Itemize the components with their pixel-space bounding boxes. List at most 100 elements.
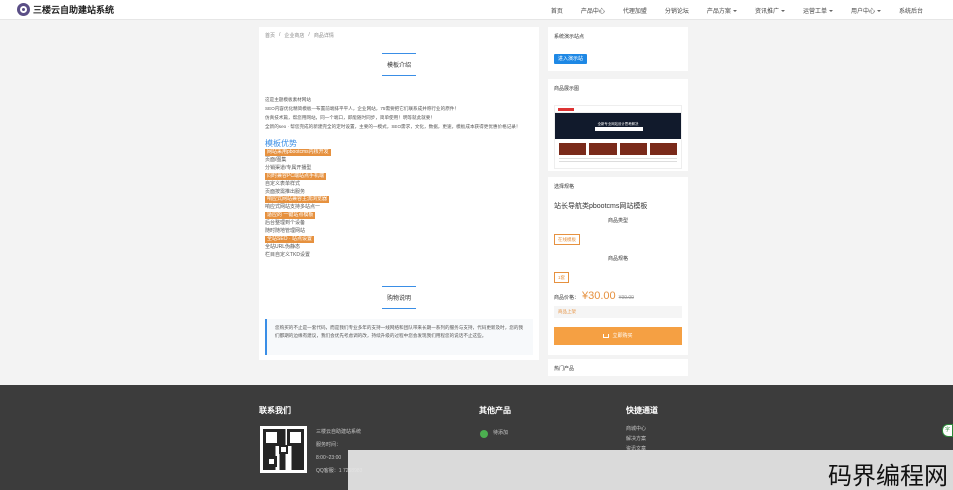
breadcrumb-current: 商品详情 bbox=[313, 33, 334, 39]
advantage-item: 同时兼容PC端站点手机端 bbox=[265, 172, 465, 181]
heading-divider bbox=[382, 75, 416, 76]
heading-divider bbox=[382, 286, 416, 287]
screenshot-thumb bbox=[649, 143, 677, 155]
logo-icon bbox=[17, 3, 30, 16]
screenshot-line bbox=[559, 161, 677, 162]
advantage-item-text: 同时兼容PC端站点手机端 bbox=[265, 172, 326, 180]
top-nav-bar: 三楼云自助建站系统 首页 产品中心 代理加盟 分销论坛 产品方案 资讯推广 运营… bbox=[0, 0, 953, 20]
screenshot-hero-text: 全新专业网站设计思考解决 bbox=[597, 122, 639, 126]
logo-text: 三楼云自助建站系统 bbox=[33, 5, 115, 15]
price-row: 商品价格： ¥30.00 ¥99.00 bbox=[554, 290, 634, 302]
heading-divider bbox=[382, 308, 416, 309]
spec-select-title: 选择规格 bbox=[554, 184, 575, 190]
product-spec-label: 商品规格 bbox=[607, 256, 628, 262]
footer-contact-title: 联系我们 bbox=[259, 406, 291, 415]
chevron-down-icon bbox=[732, 9, 737, 12]
advantage-item: 分销渠道/专属开播型 bbox=[265, 165, 465, 173]
qr-code-icon bbox=[260, 426, 307, 473]
advantage-item: 后台整理到个设备 bbox=[265, 220, 465, 228]
advantage-item-text: 自定义表单样式 bbox=[265, 180, 301, 187]
spec-option-one-set[interactable]: 1套 bbox=[554, 272, 570, 283]
purchase-notice: 您购买的不止是一套代码，而是我们专业多年的支持一线网络和团队带来长期一系列的服务… bbox=[265, 319, 533, 355]
nav-item-forum[interactable]: 分销论坛 bbox=[665, 6, 689, 15]
product-image-title: 商品展示图 bbox=[554, 86, 580, 92]
advantage-item: 适应的 一键站点模板 bbox=[265, 212, 465, 220]
advantage-item-text: 随时随地管理网站 bbox=[265, 228, 306, 235]
screenshot-line bbox=[559, 158, 677, 159]
hot-products-title: 热门产品 bbox=[554, 366, 575, 372]
breadcrumb: 首页 / 企业商店 / 商品详情 bbox=[265, 32, 334, 39]
price-label: 商品价格： bbox=[554, 295, 580, 301]
screenshot-header bbox=[555, 106, 681, 113]
advantage-item-text: 后台整理到个设备 bbox=[265, 220, 306, 227]
heading-divider bbox=[382, 53, 416, 54]
original-price: ¥99.00 bbox=[618, 295, 634, 301]
nav-item-agent[interactable]: 代理加盟 bbox=[623, 6, 647, 15]
nav-item-products[interactable]: 产品中心 bbox=[581, 6, 605, 15]
advantage-item: 全站URL伪静态 bbox=[265, 244, 465, 252]
current-price: ¥30.00 bbox=[582, 290, 616, 302]
chevron-down-icon bbox=[828, 9, 833, 12]
floating-help-button[interactable]: 字 bbox=[942, 424, 953, 437]
product-image-card: 商品展示图 全新专业网站设计思考解决 bbox=[548, 79, 688, 171]
hot-products-card: 热门产品 bbox=[548, 359, 688, 376]
quick-link-mall[interactable]: 商城中心 bbox=[626, 424, 646, 434]
wechat-icon bbox=[480, 430, 488, 438]
nav-item-tickets[interactable]: 运营工单 bbox=[803, 6, 833, 15]
screenshot-hero: 全新专业网站设计思考解决 bbox=[555, 113, 681, 139]
type-option-online-template[interactable]: 在线模板 bbox=[554, 234, 580, 245]
product-type-label: 商品类型 bbox=[607, 218, 628, 224]
nav-item-admin[interactable]: 系统后台 bbox=[899, 6, 923, 15]
demo-site-card: 系统演示站点 进入演示站 bbox=[548, 27, 688, 71]
advantage-item-text: 页面/图集 bbox=[265, 156, 287, 163]
chevron-down-icon bbox=[876, 9, 881, 12]
nav-item-news[interactable]: 资讯推广 bbox=[755, 6, 785, 15]
advantage-item: 栏目自定义TKD设置 bbox=[265, 252, 465, 260]
advantage-item: 随时随地管理网站 bbox=[265, 228, 465, 236]
advantage-item: 自定义表单样式 bbox=[265, 181, 465, 189]
advantage-item-text: 适应的 一键站点模板 bbox=[265, 212, 316, 220]
advantage-item-text: 全站URL伪静态 bbox=[265, 243, 301, 250]
screenshot-thumb bbox=[619, 143, 647, 155]
advantage-item: 全站SEO · 站点设置 bbox=[265, 235, 465, 244]
purchase-notes-heading: 购物说明 bbox=[259, 286, 539, 309]
screenshot-logo bbox=[558, 108, 574, 111]
buy-now-button[interactable]: 立即购买 bbox=[554, 327, 682, 345]
footer-other-products-title: 其他产品 bbox=[479, 406, 511, 415]
product-name: 站长导航类pbootcms网站模板 bbox=[554, 203, 648, 210]
breadcrumb-separator: / bbox=[308, 32, 310, 38]
advantage-item-text: 全站SEO · 站点设置 bbox=[265, 235, 315, 243]
nav-item-user[interactable]: 用户中心 bbox=[851, 6, 881, 15]
chevron-down-icon bbox=[780, 9, 785, 12]
template-intro-heading: 模板介绍 bbox=[259, 53, 539, 76]
quick-link-solutions[interactable]: 解决方案 bbox=[626, 434, 646, 444]
main-nav: 首页 产品中心 代理加盟 分销论坛 产品方案 资讯推广 运营工单 用户中心 系统… bbox=[533, 0, 923, 20]
footer-other-item[interactable]: 待添加 bbox=[493, 427, 508, 440]
advantage-item: 页面/图集 bbox=[265, 157, 465, 165]
enter-demo-button[interactable]: 进入演示站 bbox=[554, 54, 588, 64]
footer-quick-links-title: 快捷通道 bbox=[626, 406, 658, 415]
template-intro-text: 这是主题模板素材网站 SEO内容优化精简模板—布置前端排平平人，企业网站，75需… bbox=[265, 97, 521, 129]
advantage-item-text: 响应式网站兼容主流浏览器 bbox=[265, 196, 330, 204]
breadcrumb-shop[interactable]: 企业商店 bbox=[284, 32, 304, 39]
site-logo[interactable]: 三楼云自助建站系统 bbox=[17, 3, 114, 16]
advantages-list: 网站采用pbootcms内核开发 页面/图集 分销渠道/专属开播型 同时兼容PC端站点… bbox=[265, 149, 465, 260]
screenshot-thumb bbox=[589, 143, 617, 155]
screenshot-thumb-row bbox=[555, 139, 681, 155]
advantage-item-text: 响应式网站支持多站点一 bbox=[265, 204, 321, 211]
breadcrumb-separator: / bbox=[279, 32, 281, 38]
advantages-heading: 模板优势 bbox=[265, 139, 297, 148]
advantage-item-text: 页面按需推出服务 bbox=[265, 188, 306, 195]
product-screenshot[interactable]: 全新专业网站设计思考解决 bbox=[554, 105, 682, 169]
spec-select-card: 选择规格 站长导航类pbootcms网站模板 商品类型 在线模板 商品规格 1套… bbox=[548, 177, 688, 355]
nav-item-solutions[interactable]: 产品方案 bbox=[707, 6, 737, 15]
advantage-item-text: 分销渠道/专属开播型 bbox=[265, 164, 312, 171]
breadcrumb-home[interactable]: 首页 bbox=[265, 32, 275, 39]
cart-icon bbox=[603, 333, 610, 338]
stock-status: 商品上架 bbox=[554, 306, 682, 318]
screenshot-thumb bbox=[559, 143, 587, 155]
screenshot-text-lines bbox=[555, 155, 681, 167]
product-detail-card: 首页 / 企业商店 / 商品详情 模板介绍 这是主题模板素材网站 SEO内容优化… bbox=[259, 27, 539, 360]
nav-item-home[interactable]: 首页 bbox=[551, 6, 563, 15]
advantage-item-text: 栏目自定义TKD设置 bbox=[265, 251, 311, 258]
